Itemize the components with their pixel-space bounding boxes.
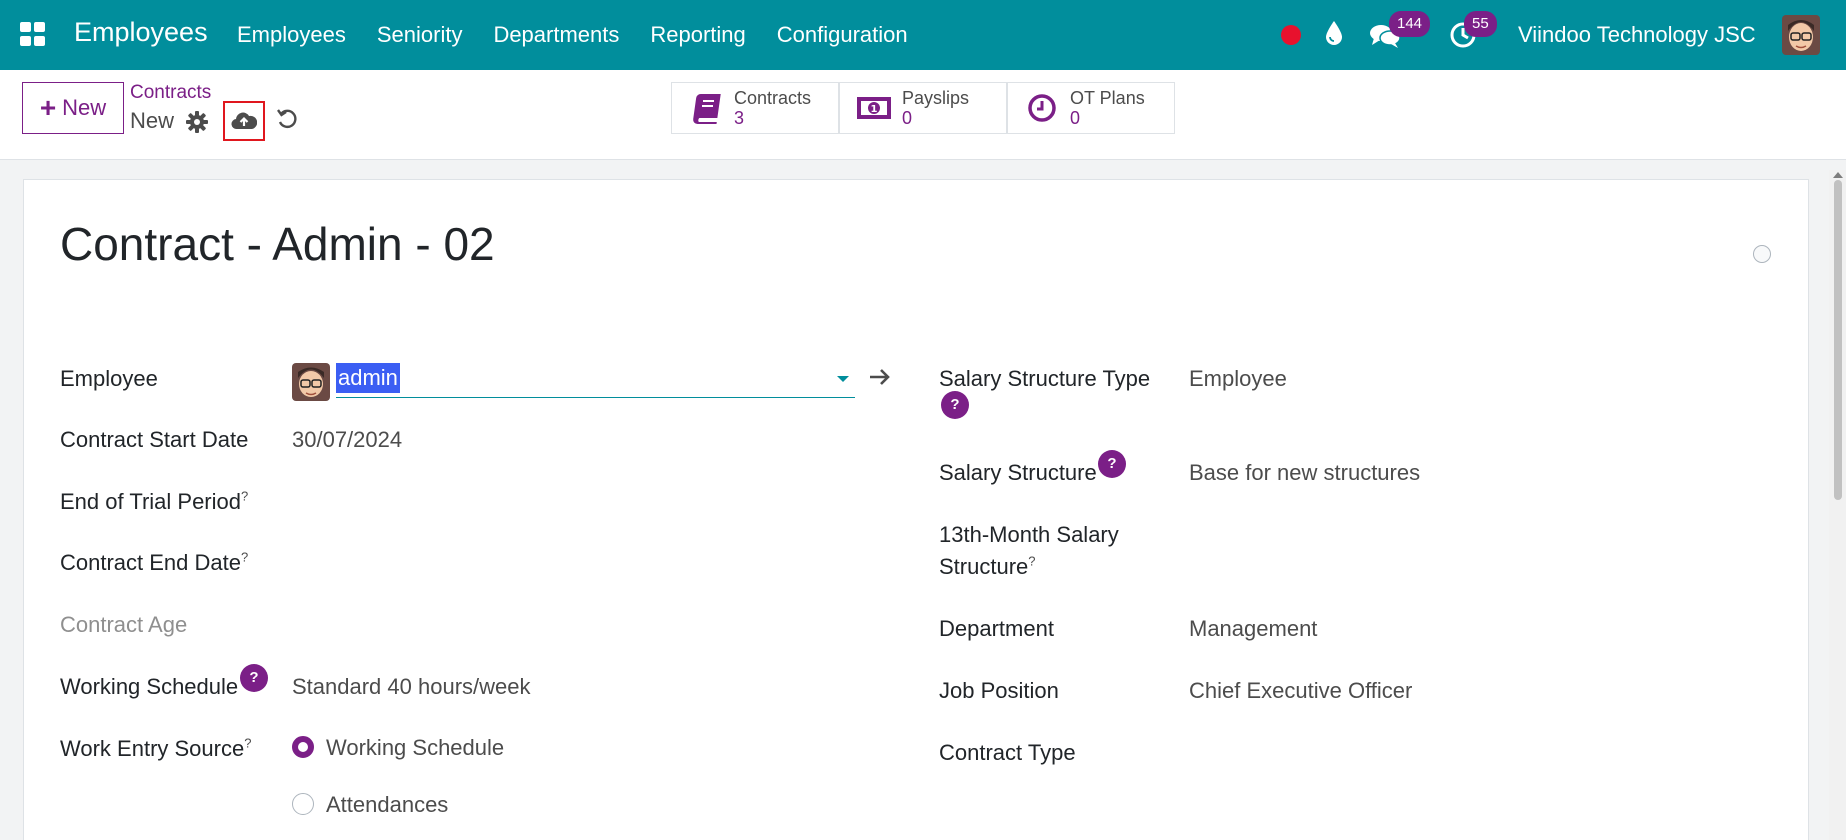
chevron-down-icon[interactable]	[837, 376, 849, 382]
ot-plans-smart-button[interactable]: OT Plans 0	[1007, 82, 1175, 134]
clock-icon	[1024, 93, 1060, 123]
work-entry-source-label: Work Entry Source?	[60, 736, 251, 762]
employee-label: Employee	[60, 366, 158, 391]
job-position-field[interactable]: Chief Executive Officer	[1189, 678, 1412, 704]
plus-icon: +	[39, 92, 57, 123]
contract-start-date-field[interactable]: 30/07/2024	[292, 427, 402, 453]
record-name: New	[130, 108, 175, 133]
help-icon[interactable]: ?	[941, 391, 969, 419]
activities-count-badge: 55	[1464, 11, 1497, 37]
user-avatar[interactable]	[1782, 15, 1820, 55]
breadcrumb-contracts[interactable]: Contracts	[130, 82, 211, 104]
contract-type-label: Contract Type	[939, 740, 1076, 765]
form-sheet: Contract - Admin - 02 Employee admin Con…	[23, 179, 1809, 840]
smart-label-payslips: Payslips	[902, 88, 970, 108]
company-switcher[interactable]: Viindoo Technology JSC	[1518, 22, 1756, 48]
tooltip-mark[interactable]: ?	[1028, 554, 1035, 569]
thirteenth-month-structure-text: Structure	[939, 554, 1029, 579]
contracts-smart-button[interactable]: Contracts 3	[671, 82, 839, 134]
end-of-trial-period-label: End of Trial Period?	[60, 489, 248, 515]
messages-count-badge: 144	[1389, 11, 1431, 37]
salary-structure-type-field[interactable]: Employee	[1189, 366, 1287, 392]
radio-label-attendances[interactable]: Attendances	[326, 792, 448, 818]
money-icon: 1	[856, 96, 892, 120]
thirteenth-month-structure-label-line1: 13th-Month Salary	[939, 522, 1119, 547]
contract-end-date-text: Contract End Date	[60, 550, 241, 575]
smart-label-ot-plans: OT Plans	[1070, 88, 1145, 108]
menu-item-employees[interactable]: Employees	[237, 22, 346, 48]
book-icon	[688, 92, 724, 124]
water-drop-icon[interactable]	[1324, 20, 1344, 51]
main-menu: Employees Seniority Departments Reportin…	[237, 22, 939, 48]
menu-item-reporting[interactable]: Reporting	[650, 22, 745, 48]
contract-age-label: Contract Age	[60, 612, 188, 637]
smart-value-payslips: 0	[902, 108, 913, 128]
tooltip-mark[interactable]: ?	[241, 550, 248, 565]
end-of-trial-period-text: End of Trial Period	[60, 489, 241, 514]
top-navbar: Employees Employees Seniority Department…	[0, 0, 1846, 70]
page-scrollbar[interactable]	[1829, 170, 1846, 840]
radio-attendances[interactable]	[292, 793, 314, 815]
working-schedule-field[interactable]: Standard 40 hours/week	[292, 674, 531, 700]
smart-value-ot-plans: 0	[1070, 108, 1081, 128]
working-schedule-label: Working Schedule	[60, 674, 239, 699]
recording-indicator-icon[interactable]	[1281, 25, 1301, 45]
radio-label-working-schedule[interactable]: Working Schedule	[326, 735, 504, 761]
tooltip-mark[interactable]: ?	[241, 489, 248, 504]
control-panel: + New Contracts New Contracts 3 1 Paysli…	[0, 70, 1846, 160]
radio-working-schedule[interactable]	[292, 736, 314, 758]
status-indicator-icon[interactable]	[1753, 245, 1771, 263]
help-icon[interactable]: ?	[1098, 450, 1126, 478]
help-icon[interactable]: ?	[240, 664, 268, 692]
employee-field-value[interactable]: admin	[336, 363, 400, 393]
tooltip-mark[interactable]: ?	[244, 736, 251, 751]
salary-structure-label: Salary Structure	[939, 460, 1097, 485]
contract-title[interactable]: Contract - Admin - 02	[60, 217, 495, 271]
employee-field[interactable]: admin	[336, 361, 855, 398]
salary-structure-field[interactable]: Base for new structures	[1189, 460, 1420, 486]
cloud-upload-icon	[231, 112, 257, 130]
department-field[interactable]: Management	[1189, 616, 1317, 642]
save-button[interactable]	[223, 101, 265, 141]
new-button[interactable]: + New	[22, 82, 124, 134]
smart-value-contracts: 3	[734, 108, 745, 128]
payslips-smart-button[interactable]: 1 Payslips 0	[839, 82, 1007, 134]
employee-avatar	[292, 363, 330, 401]
arrow-right-icon[interactable]	[869, 368, 891, 391]
menu-item-seniority[interactable]: Seniority	[377, 22, 463, 48]
department-label: Department	[939, 616, 1054, 641]
salary-structure-type-label: Salary Structure Type	[939, 366, 1151, 391]
menu-item-departments[interactable]: Departments	[493, 22, 619, 48]
new-button-label: New	[62, 95, 107, 120]
job-position-label: Job Position	[939, 678, 1059, 703]
contract-start-date-label: Contract Start Date	[60, 427, 249, 452]
scroll-up-arrow-icon[interactable]	[1833, 172, 1843, 178]
work-entry-source-text: Work Entry Source	[60, 736, 245, 761]
thirteenth-month-structure-label-line2: Structure?	[939, 554, 1036, 580]
svg-text:1: 1	[871, 104, 878, 115]
app-title[interactable]: Employees	[74, 17, 208, 48]
scrollbar-thumb[interactable]	[1834, 180, 1842, 500]
menu-item-configuration[interactable]: Configuration	[777, 22, 908, 48]
apps-grid-icon[interactable]	[20, 22, 46, 46]
contract-end-date-label: Contract End Date?	[60, 550, 248, 576]
gear-icon[interactable]	[186, 111, 208, 138]
smart-label-contracts: Contracts	[734, 88, 812, 108]
discard-icon[interactable]	[276, 108, 298, 135]
